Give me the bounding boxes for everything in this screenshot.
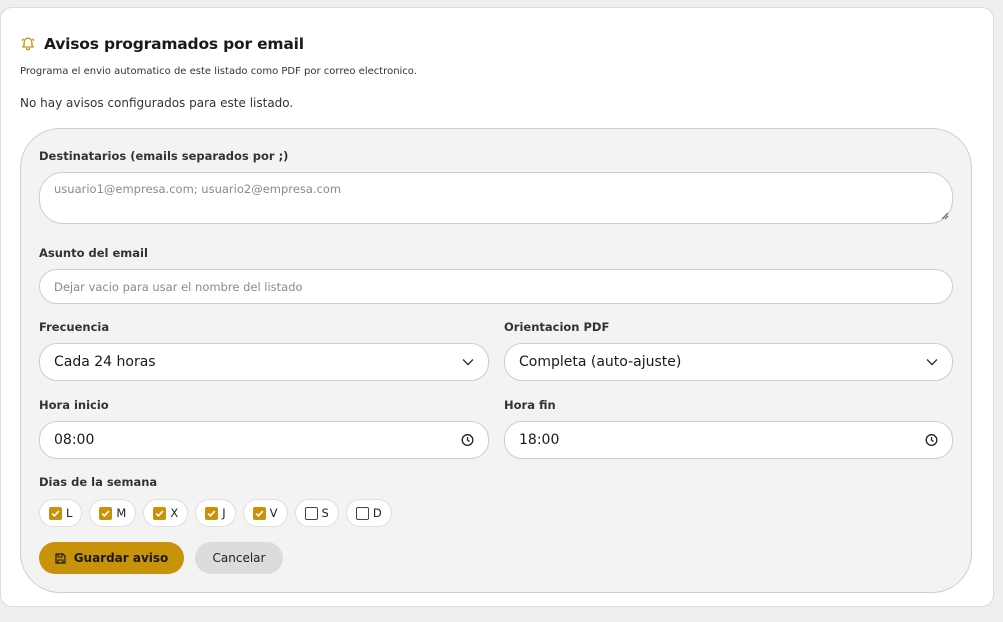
checkmark-icon [102, 509, 110, 517]
checkbox[interactable] [205, 506, 219, 520]
orientation-label: Orientacion PDF [504, 320, 610, 334]
checkmark-icon [51, 509, 60, 517]
checkbox[interactable] [49, 506, 62, 520]
start-time-value: 08:00 [54, 432, 95, 448]
weekday-s[interactable]: S [294, 499, 339, 527]
save-alert-label: Guardar aviso [73, 551, 169, 565]
card-header: Avisos programados por email [20, 35, 304, 53]
start-time-label: Hora inicio [39, 398, 109, 412]
bell-icon [20, 36, 36, 52]
weekdays-label: Dias de la semana [39, 475, 158, 489]
checkbox[interactable] [304, 506, 318, 520]
cancel-button[interactable]: Cancelar [195, 542, 283, 574]
save-icon [55, 552, 66, 564]
subject-label: Asunto del email [39, 246, 148, 260]
alert-form: Destinatarios (emails separados por ;) u… [20, 128, 972, 593]
recipients-placeholder: usuario1@empresa.com; usuario2@empresa.c… [54, 182, 342, 196]
page-title: Avisos programados por email [44, 35, 304, 53]
orientation-select[interactable]: Completa (auto-ajuste) [504, 343, 953, 381]
weekday-label: X [170, 506, 179, 520]
weekday-label: S [321, 506, 329, 520]
weekday-v[interactable]: V [242, 499, 288, 527]
weekday-j[interactable]: J [195, 499, 236, 527]
save-alert-button[interactable]: Guardar aviso [39, 542, 184, 574]
recipients-textarea[interactable]: usuario1@empresa.com; usuario2@empresa.c… [39, 172, 953, 224]
subject-input[interactable]: Dejar vacio para usar el nombre del list… [39, 269, 953, 304]
checkmark-icon [255, 509, 264, 517]
orientation-value: Completa (auto-ajuste) [519, 354, 682, 370]
weekday-x[interactable]: X [143, 499, 189, 527]
clock-icon[interactable] [925, 434, 938, 447]
page-subtitle: Programa el envio automatico de este lis… [20, 66, 417, 77]
weekday-label: V [269, 506, 278, 520]
chevron-down-icon [462, 359, 474, 366]
checkbox[interactable] [252, 506, 266, 520]
weekday-label: D [372, 506, 382, 520]
checkbox[interactable] [355, 506, 369, 520]
weekday-m[interactable]: M [89, 499, 137, 527]
checkmark-icon [156, 509, 164, 517]
weekday-label: L [66, 506, 73, 520]
weekday-l[interactable]: L [39, 499, 83, 527]
clock-icon[interactable] [461, 434, 474, 447]
weekday-label: J [222, 506, 226, 520]
frequency-select[interactable]: Cada 24 horas [39, 343, 489, 381]
subject-placeholder: Dejar vacio para usar el nombre del list… [54, 279, 303, 294]
checkbox[interactable] [153, 506, 167, 520]
weekday-label: M [116, 506, 127, 520]
end-time-value: 18:00 [519, 432, 560, 448]
checkmark-icon [207, 509, 216, 517]
checkbox[interactable] [99, 506, 113, 520]
chevron-down-icon [926, 359, 938, 366]
frequency-value: Cada 24 horas [54, 354, 156, 370]
weekday-checkbox-group: LMXJVSD [39, 499, 392, 527]
recipients-label: Destinatarios (emails separados por ;) [39, 149, 289, 163]
empty-state-message: No hay avisos configurados para este lis… [20, 96, 294, 110]
resize-handle-icon[interactable] [941, 212, 949, 220]
start-time-input[interactable]: 08:00 [39, 421, 489, 459]
weekday-d[interactable]: D [345, 499, 392, 527]
scheduled-alerts-card: Avisos programados por email Programa el… [0, 7, 994, 607]
end-time-input[interactable]: 18:00 [504, 421, 953, 459]
end-time-label: Hora fin [504, 398, 556, 412]
frequency-label: Frecuencia [39, 320, 110, 334]
